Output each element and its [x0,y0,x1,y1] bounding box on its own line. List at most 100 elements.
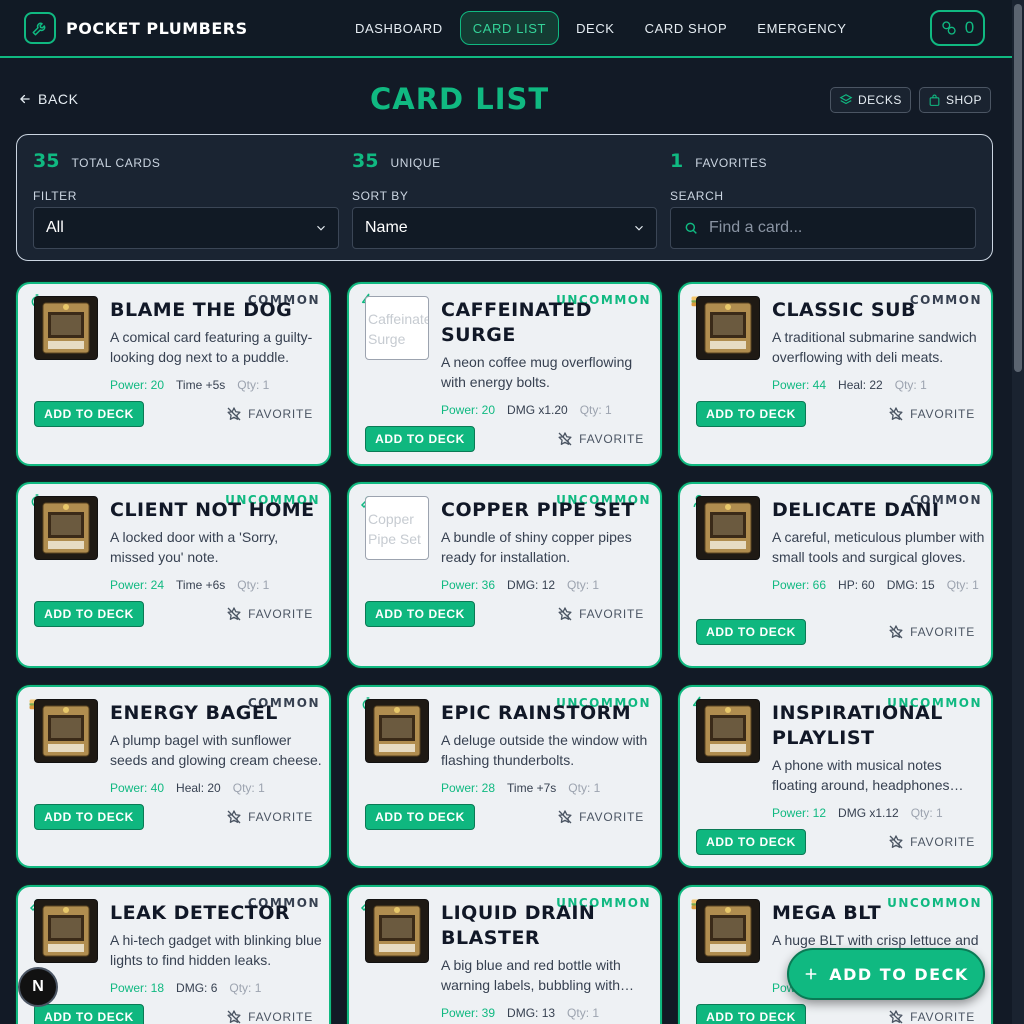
card-name: CLIENT NOT HOME [110,499,315,521]
star-off-icon [558,810,572,824]
card[interactable]: UNCOMMON LIQUID DRAIN BLASTER A big blue… [347,885,662,1024]
card-stats: Power: 39 DMG: 13 Qty: 1 [441,999,656,1024]
card-description: A careful, meticulous plumber with small… [772,529,985,565]
card[interactable]: COMMON DELICATE DANI A careful, meticulo… [678,482,993,668]
nav-deck[interactable]: DECK [563,11,628,45]
add-to-deck-button[interactable]: ADD TO DECK [34,804,144,830]
card-name: INSPIRATIONAL PLAYLIST [772,702,943,749]
nav-card-shop[interactable]: CARD SHOP [632,11,741,45]
card[interactable]: UNCOMMON CLIENT NOT HOME A locked door w… [16,482,331,668]
coins-button[interactable]: 0 [930,10,985,46]
card[interactable]: COMMON LEAK DETECTOR A hi-tech gadget wi… [16,885,331,1024]
card[interactable]: COMMON BLAME THE DOG A comical card feat… [16,282,331,466]
favorite-button[interactable]: FAVORITE [226,401,313,427]
app-name: POCKET PLUMBERS [66,18,248,38]
sort-select[interactable]: Name [352,207,657,249]
add-to-deck-button[interactable]: ADD TO DECK [34,401,144,427]
add-to-deck-button[interactable]: ADD TO DECK [365,426,475,452]
stat-total-cards: 35 TOTAL CARDS [33,150,161,172]
card-stat: DMG x1.12 [838,806,899,820]
shop-button[interactable]: SHOP [919,87,992,113]
favorite-button[interactable]: FAVORITE [557,426,644,452]
card-stat: Power: 20 [110,378,165,392]
favorite-button[interactable]: FAVORITE [888,829,975,855]
search-icon [685,222,697,234]
card[interactable]: Caffeinated Surge UNCOMMON CAFFEINATED S… [347,282,662,466]
nav-dashboard[interactable]: DASHBOARD [342,11,456,45]
card-image: Caffeinated Surge [365,296,429,360]
brand[interactable]: POCKET PLUMBERS [24,12,248,44]
card-stat: Qty: 1 [232,781,265,795]
card-name: CAFFEINATED SURGE [441,299,592,346]
add-to-deck-button[interactable]: ADD TO DECK [34,1004,144,1024]
nav-links: DASHBOARD CARD LIST DECK CARD SHOP EMERG… [342,11,864,45]
card-stat: Qty: 1 [567,578,600,592]
search-input[interactable]: Find a card... [670,207,976,249]
add-to-deck-button[interactable]: ADD TO DECK [365,804,475,830]
card-stats: Power: 44 Heal: 22 Qty: 1 [772,371,987,399]
card[interactable]: UNCOMMON EPIC RAINSTORM A deluge outside… [347,685,662,868]
card-stat: Power: 40 [110,781,165,795]
card-image [34,496,98,560]
add-to-deck-button[interactable]: ADD TO DECK [34,601,144,627]
favorite-button[interactable]: FAVORITE [888,1004,975,1024]
card-stat: Power: 24 [110,578,165,592]
sort-label: SORT BY [352,189,409,203]
filter-select[interactable]: All [33,207,339,249]
card-name: LEAK DETECTOR [110,902,291,924]
stat-num: 35 [352,150,379,172]
scroll-thumb[interactable] [1014,4,1022,372]
card[interactable]: COMMON CLASSIC SUB A traditional submari… [678,282,993,466]
card-stat: Qty: 1 [229,981,262,995]
nav-card-list[interactable]: CARD LIST [459,11,560,45]
card[interactable]: UNCOMMON INSPIRATIONAL PLAYLIST A phone … [678,685,993,868]
coin-count: 0 [964,18,975,37]
star-off-icon [227,607,241,621]
arrow-left-icon [20,94,30,104]
add-to-deck-button[interactable]: ADD TO DECK [365,601,475,627]
card-stat: Power: 18 [110,981,165,995]
stat-label: UNIQUE [390,156,441,170]
favorite-button[interactable]: FAVORITE [888,619,975,645]
floating-add-to-deck-button[interactable]: ADD TO DECK [787,948,985,1000]
card-image [365,699,429,763]
favorite-button[interactable]: FAVORITE [226,1004,313,1024]
decks-button[interactable]: DECKS [830,87,911,113]
add-to-deck-button[interactable]: ADD TO DECK [696,829,806,855]
nav-emergency[interactable]: EMERGENCY [744,11,859,45]
card[interactable]: COMMON ENERGY BAGEL A plump bagel with s… [16,685,331,868]
card-image [34,699,98,763]
card-stat: Qty: 1 [910,806,943,820]
favorite-button[interactable]: FAVORITE [888,401,975,427]
add-to-deck-button[interactable]: ADD TO DECK [696,619,806,645]
card-stat: Qty: 1 [568,781,601,795]
page-scrollbar[interactable] [1012,0,1024,1024]
favorite-button[interactable]: FAVORITE [226,601,313,627]
star-off-icon [889,1010,903,1024]
card-stats: Power: 20 DMG x1.20 Qty: 1 [441,396,656,424]
wrench-logo-icon [24,12,56,44]
favorite-button[interactable]: FAVORITE [557,804,644,830]
add-to-deck-button[interactable]: ADD TO DECK [696,1004,806,1024]
favorite-button[interactable]: FAVORITE [557,601,644,627]
card-stats: Power: 12 DMG x1.12 Qty: 1 [772,799,987,827]
card-stat: Heal: 22 [838,378,883,392]
card-description: A huge BLT with crisp lettuce and [772,932,979,948]
stat-num: 1 [670,150,684,172]
card-stats: Power: 36 DMG: 12 Qty: 1 [441,571,656,599]
dev-badge[interactable]: N [18,967,58,1007]
card[interactable]: Copper Pipe Set UNCOMMON COPPER PIPE SET… [347,482,662,668]
stat-label: TOTAL CARDS [71,156,161,170]
favorite-label: FAVORITE [579,607,644,621]
card-image [696,899,760,963]
favorite-button[interactable]: FAVORITE [226,804,313,830]
shopping-bag-icon [929,94,940,106]
card-name: CLASSIC SUB [772,299,916,321]
card-image [696,699,760,763]
back-button[interactable]: BACK [18,91,79,107]
stat-favorites: 1 FAVORITES [670,150,767,172]
card-name: EPIC RAINSTORM [441,702,632,724]
add-to-deck-button[interactable]: ADD TO DECK [696,401,806,427]
star-off-icon [889,407,903,421]
card-stats: Power: 66 HP: 60 DMG: 15 Qty: 1 [772,571,987,599]
